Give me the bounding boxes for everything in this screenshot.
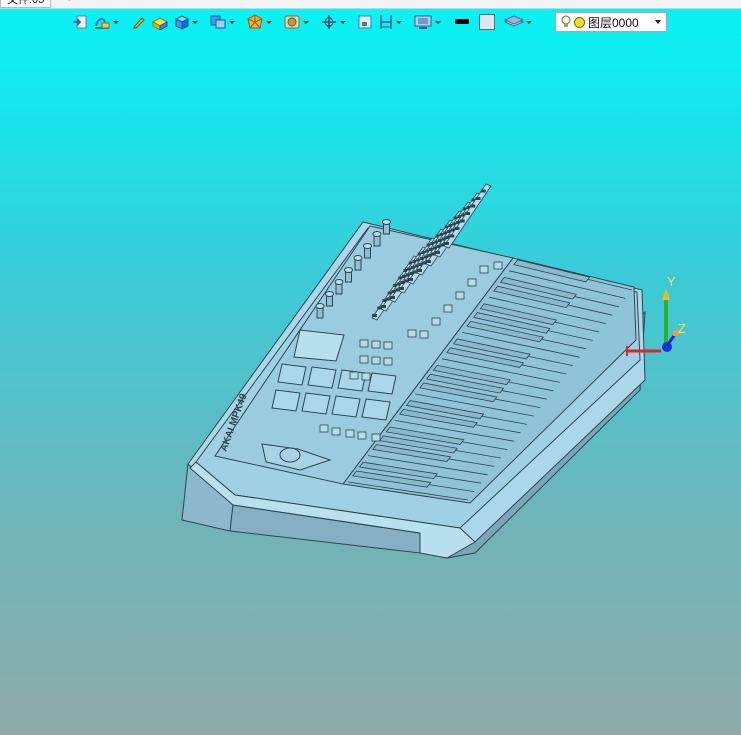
import-button[interactable]: [72, 14, 88, 30]
pencil-icon: [133, 17, 145, 29]
extrude-button[interactable]: [151, 14, 169, 30]
render-dropdown-icon[interactable]: [303, 20, 309, 24]
solid-box-icon: [174, 15, 190, 30]
y-axis-arrow: [662, 288, 670, 300]
datum-plane-button[interactable]: [357, 14, 373, 30]
line-color-button[interactable]: [454, 14, 470, 30]
extrude-icon: [151, 17, 169, 30]
display-dropdown-icon[interactable]: [435, 20, 441, 24]
axis-triad: Y Z: [626, 274, 686, 356]
import-icon: [73, 15, 87, 29]
triad-origin: [662, 342, 672, 352]
pencil-button[interactable]: [132, 15, 146, 29]
sketch-dropdown-icon[interactable]: [113, 20, 119, 24]
sketch-icon: [95, 17, 110, 29]
move-icon: [322, 15, 336, 29]
solid-box-dropdown-icon[interactable]: [192, 20, 198, 24]
solid-box-button[interactable]: [174, 14, 198, 30]
measure-icon: [380, 15, 392, 29]
measure-dropdown-icon[interactable]: [396, 20, 402, 24]
boolean-dropdown-icon[interactable]: [229, 20, 235, 24]
fillet-icon: [247, 14, 263, 29]
new-tab-button[interactable]: +: [66, 0, 72, 5]
sketch-button[interactable]: [93, 14, 119, 30]
face-color-icon: [479, 14, 495, 30]
fillet-dropdown-icon[interactable]: [266, 20, 272, 24]
document-tab-strip: 文件.03 +: [0, 0, 741, 9]
lightbulb-icon[interactable]: [561, 15, 571, 29]
layer-name: 图层0000: [588, 15, 639, 30]
z-axis-label: Z: [678, 321, 686, 336]
layer-color-icon[interactable]: [574, 16, 585, 28]
boolean-button[interactable]: [209, 14, 235, 30]
layer-select[interactable]: 图层0000: [555, 12, 667, 32]
document-tab[interactable]: 文件.03: [0, 0, 52, 8]
main-toolbar: [72, 11, 537, 33]
line-color-icon: [455, 19, 469, 24]
datum-plane-icon: [358, 15, 372, 29]
y-axis-label: Y: [667, 274, 676, 289]
layer-manager-button[interactable]: [504, 14, 532, 30]
display-icon: [414, 15, 432, 29]
layer-manager-dropdown-icon[interactable]: [526, 20, 532, 24]
measure-button[interactable]: [378, 14, 402, 30]
boolean-icon: [210, 15, 226, 29]
render-icon: [284, 15, 300, 29]
move-button[interactable]: [320, 14, 346, 30]
move-dropdown-icon[interactable]: [340, 20, 346, 24]
display-button[interactable]: [413, 14, 441, 30]
chevron-down-icon[interactable]: [655, 20, 661, 24]
3d-viewport[interactable]: AKAI MPK49 Y Z: [0, 40, 741, 735]
layer-manager-icon: [504, 15, 524, 27]
fillet-button[interactable]: [246, 14, 272, 30]
render-button[interactable]: [283, 14, 309, 30]
face-color-button[interactable]: [478, 13, 496, 31]
